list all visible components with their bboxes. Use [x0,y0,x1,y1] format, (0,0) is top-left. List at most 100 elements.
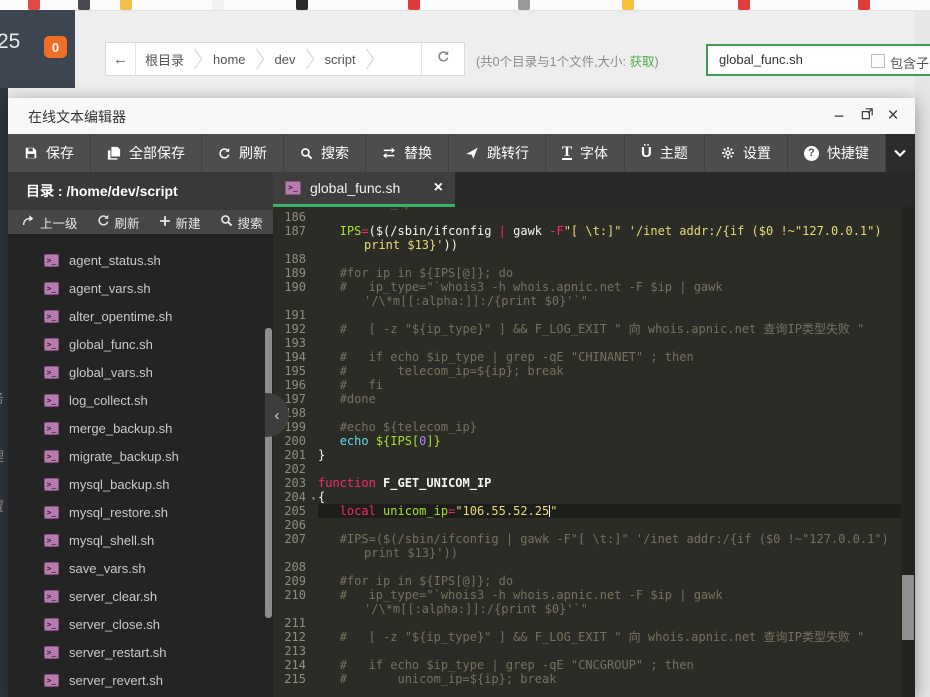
code-line-content[interactable] [318,644,901,658]
code-line-content[interactable]: # unicom_ip=${ip}; break [318,672,901,686]
toolbar-button-hotkeys[interactable]: ?快捷键 [788,134,886,172]
back-button[interactable]: ← [106,43,136,75]
code-line-content[interactable]: IPS=($(/sbin/ifconfig | gawk -F"[ \t:]" … [318,224,901,252]
dark-app-icon[interactable] [78,0,90,10]
file-item-label: save_vars.sh [69,561,146,576]
code-line-content[interactable] [318,210,901,224]
code-line-content[interactable]: #for ip in ${IPS[@]}; do [318,266,901,280]
code-line-content[interactable]: # fi [318,378,901,392]
file-item-agent_vars.sh[interactable]: >_agent_vars.sh [8,274,273,302]
code-line-content[interactable]: echo ${IPS[0]} [318,434,901,448]
red-doc-icon-3[interactable] [858,0,870,10]
code-line-content[interactable] [318,336,901,350]
code-line-content[interactable]: # if echo $ip_type | grep -qE "CNCGROUP"… [318,658,901,672]
directory-stats: (共0个目录与1个文件,大小: 获取) [476,51,659,70]
code-line-content[interactable]: # telecom_ip=${ip}; break [318,364,901,378]
toolbar-button-label: 全部保存 [129,143,185,163]
black-app-icon[interactable] [296,0,308,10]
search-input[interactable] [717,51,861,68]
close-button[interactable]: × [883,106,903,126]
file-item-mysql_restore.sh[interactable]: >_mysql_restore.sh [8,498,273,526]
toolbar-button-font[interactable]: T字体 [546,134,625,172]
plus-icon [159,215,171,230]
code-line-content[interactable]: # ip_type="`whois3 -h whois.apnic.net -F… [318,280,901,308]
file-item-mysql_backup.sh[interactable]: >_mysql_backup.sh [8,470,273,498]
tab-close-icon[interactable]: × [434,179,443,197]
code-line-content[interactable] [318,406,901,420]
grey-app-icon[interactable] [518,0,530,10]
code-line-content[interactable]: #echo ${telecom_ip} [318,420,901,434]
toolbar-button-replace[interactable]: 替换 [366,134,449,172]
file-item-migrate_backup.sh[interactable]: >_migrate_backup.sh [8,442,273,470]
panel-action-search[interactable]: 搜索 [220,213,263,232]
breadcrumb-item-home[interactable]: home [204,52,255,67]
breadcrumb-item-dev[interactable]: dev [266,52,305,67]
toolbar-expand-chevron-down-icon[interactable] [886,134,915,172]
file-item-alter_opentime.sh[interactable]: >_alter_opentime.sh [8,302,273,330]
toolbar-button-settings[interactable]: 设置 [705,134,788,172]
code-area[interactable]: 185 telecom_ip=186187 IPS=($(/sbin/ifcon… [273,207,901,697]
code-line-content[interactable]: local unicom_ip="106.55.52.25" [318,504,901,518]
panel-action-new[interactable]: 新建 [159,213,201,232]
file-item-global_func.sh[interactable]: >_global_func.sh [8,330,273,358]
toolbar-button-save[interactable]: 保存 [8,134,91,172]
refresh-directory-button[interactable] [421,43,464,75]
white-page-icon[interactable] [212,0,224,10]
code-line-content[interactable]: # if echo $ip_type | grep -qE "CHINANET"… [318,350,901,364]
panel-action-up-level[interactable]: 上一级 [22,213,78,232]
toolbar-button-search[interactable]: 搜索 [284,134,366,172]
code-line-content[interactable] [318,518,901,532]
code-line-content[interactable] [318,616,901,630]
file-item-agent_status.sh[interactable]: >_agent_status.sh [8,246,273,274]
file-item-mysql_shell.sh[interactable]: >_mysql_shell.sh [8,526,273,554]
file-item-server_clear.sh[interactable]: >_server_clear.sh [8,582,273,610]
code-line-content[interactable]: } [318,448,901,462]
code-line-content[interactable]: #done [318,392,901,406]
file-item-log_collect.sh[interactable]: >_log_collect.sh [8,386,273,414]
code-line-content[interactable]: function F_GET_UNICOM_IP [318,476,901,490]
code-line-content[interactable] [318,308,901,322]
code-line-content[interactable] [318,252,901,266]
code-line-content[interactable]: # [ -z "${ip_type}" ] && F_LOG_EXIT " 向 … [318,322,901,336]
code-line-content[interactable]: # [ -z "${ip_type}" ] && F_LOG_EXIT " 向 … [318,630,901,644]
toolbar-button-save-all[interactable]: 全部保存 [91,134,202,172]
yellow-folder-icon[interactable] [120,0,132,10]
file-item-server_restart.sh[interactable]: >_server_restart.sh [8,638,273,666]
code-line-content[interactable]: # ip_type="`whois3 -h whois.apnic.net -F… [318,588,901,616]
maximize-button[interactable] [857,106,877,126]
line-number: 190 [273,280,318,308]
toolbar-button-label: 替换 [404,143,432,163]
editor-scrollbar[interactable] [901,207,915,697]
toolbar-button-goto-line[interactable]: 跳转行 [449,134,546,172]
code-line-content[interactable]: { [318,490,901,504]
tab-global-func[interactable]: >_ global_func.sh × [273,172,455,207]
include-subdir-checkbox[interactable] [871,54,885,68]
file-item-merge_backup.sh[interactable]: >_merge_backup.sh [8,414,273,442]
toolbar-button-theme[interactable]: Ü主题 [625,134,705,172]
toolbar-button-refresh[interactable]: 刷新 [202,134,284,172]
file-item-server_revert.sh[interactable]: >_server_revert.sh [8,666,273,694]
line-number: 211 [273,616,318,630]
breadcrumb-item-根目录[interactable]: 根目录 [136,50,193,69]
red-app-icon[interactable] [408,0,420,10]
code-line-content[interactable] [318,462,901,476]
breadcrumb-item-script[interactable]: script [316,52,365,67]
panel-action-refresh[interactable]: 刷新 [97,213,140,232]
file-item-global_vars.sh[interactable]: >_global_vars.sh [8,358,273,386]
file-item-server_close.sh[interactable]: >_server_close.sh [8,610,273,638]
red-doc-icon[interactable] [28,0,40,10]
fetch-size-link[interactable]: 获取 [630,55,655,69]
file-list-scrollbar[interactable] [265,328,272,618]
yellow-star-icon[interactable] [622,0,634,10]
code-line-196: 196 # fi [273,378,901,392]
shell-file-icon: >_ [44,366,59,379]
file-item-save_vars.sh[interactable]: >_save_vars.sh [8,554,273,582]
minimize-button[interactable]: − [829,106,849,126]
red-doc-icon-2[interactable] [738,0,750,10]
code-line-content[interactable]: #for ip in ${IPS[@]}; do [318,574,901,588]
editor-scrollbar-thumb[interactable] [902,575,914,640]
code-line-187: 187 IPS=($(/sbin/ifconfig | gawk -F"[ \t… [273,224,901,252]
code-line-content[interactable]: #IPS=($(/sbin/ifconfig | gawk -F"[ \t:]"… [318,532,901,560]
code-line-210: 210 # ip_type="`whois3 -h whois.apnic.ne… [273,588,901,616]
code-line-content[interactable] [318,560,901,574]
